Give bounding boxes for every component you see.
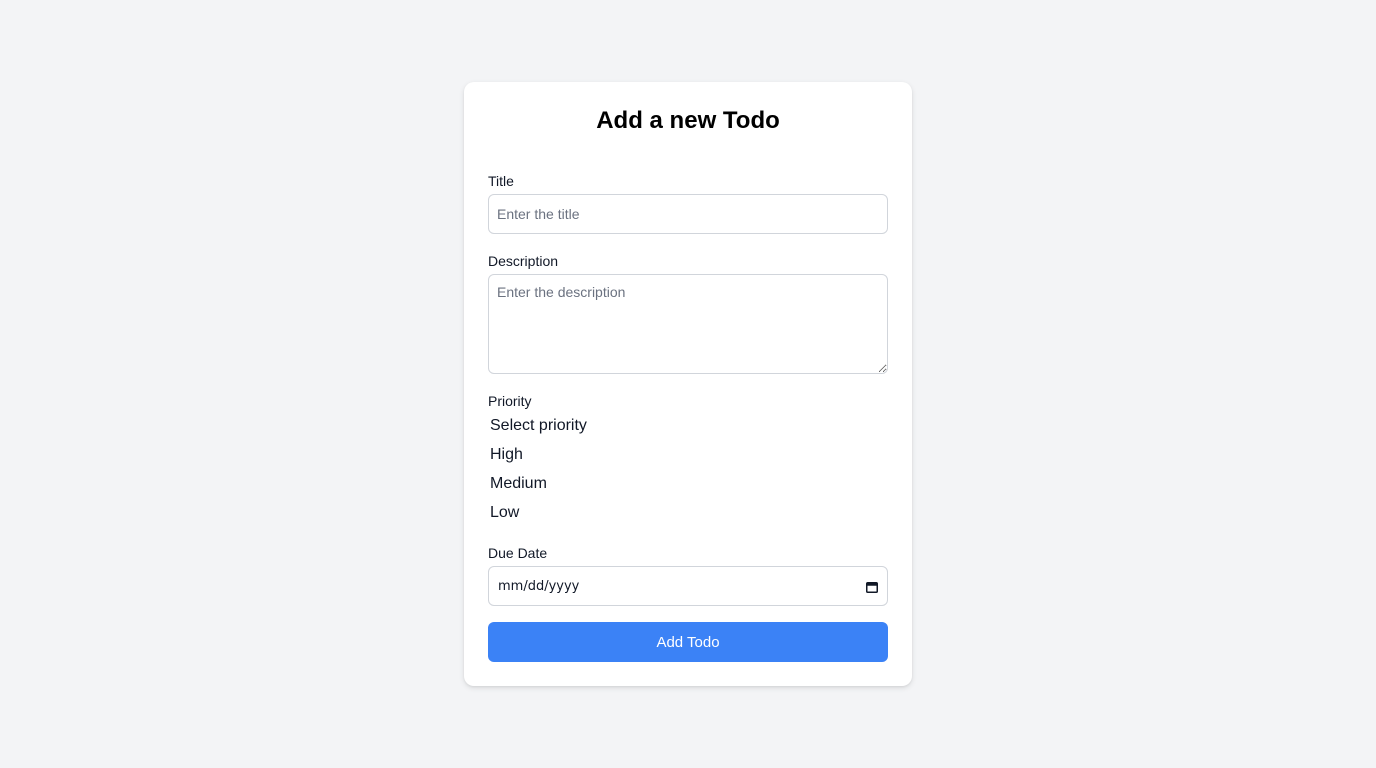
due-date-label: Due Date [488, 545, 548, 561]
priority-label: Priority [488, 393, 532, 409]
priority-option-medium[interactable]: Medium [488, 472, 888, 501]
description-label: Description [488, 253, 559, 269]
description-textarea[interactable] [488, 274, 888, 374]
priority-option-placeholder[interactable]: Select priority [488, 414, 888, 443]
form-heading: Add a new Todo [596, 107, 780, 134]
todo-form-card: Add a new Todo Title Description Priorit… [464, 82, 912, 686]
calendar-icon[interactable] [866, 580, 878, 593]
add-todo-button[interactable]: Add Todo [488, 622, 888, 662]
priority-option-low[interactable]: Low [488, 501, 888, 530]
priority-listbox[interactable]: Select priority High Medium Low [488, 414, 888, 530]
priority-option-high[interactable]: High [488, 443, 888, 472]
title-label: Title [488, 173, 514, 189]
due-date-placeholder: mm/dd/yyyy [498, 578, 580, 594]
title-input[interactable] [488, 194, 888, 234]
due-date-input[interactable]: mm/dd/yyyy [488, 566, 888, 606]
